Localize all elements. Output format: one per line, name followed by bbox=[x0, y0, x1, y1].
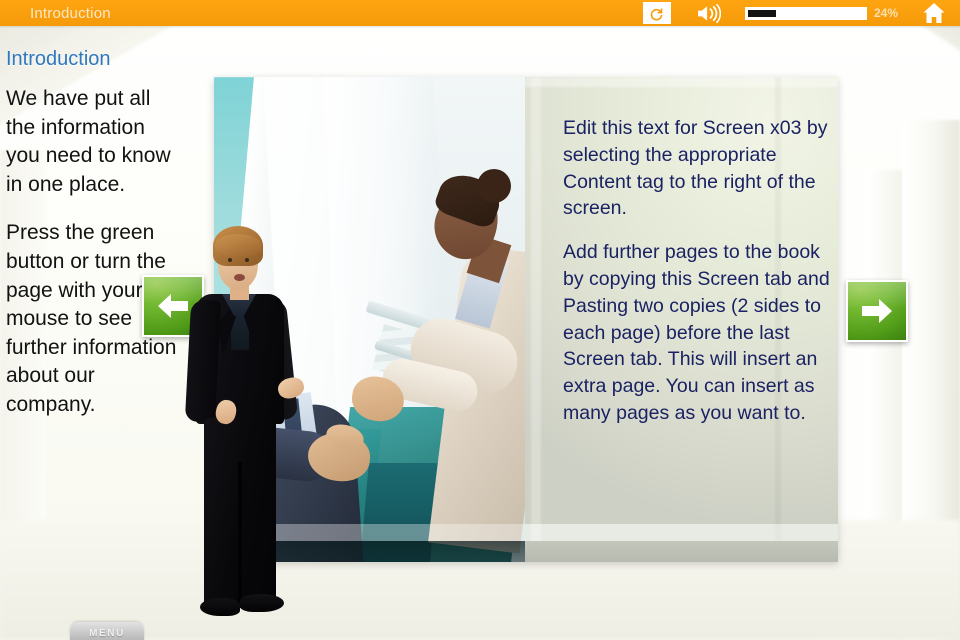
panel-highlight bbox=[531, 77, 541, 562]
replay-button[interactable] bbox=[642, 2, 671, 24]
panel-light-band bbox=[525, 524, 838, 541]
top-toolbar: Introduction 24% bbox=[0, 0, 960, 26]
presenter-shoe bbox=[240, 594, 284, 612]
page-title: Introduction bbox=[6, 48, 111, 70]
arrow-right-icon bbox=[862, 299, 892, 323]
left-narrative-text: We have put all the information you need… bbox=[6, 85, 182, 420]
left-paragraph: We have put all the information you need… bbox=[6, 87, 171, 196]
menu-tab-button[interactable]: MENU bbox=[70, 622, 144, 640]
panel-highlight bbox=[525, 77, 838, 87]
menu-tab-label: MENU bbox=[89, 627, 125, 639]
presenter-eye bbox=[245, 258, 249, 262]
course-player: Introduction 24% Introduction We have pu… bbox=[0, 0, 960, 640]
home-button[interactable] bbox=[920, 1, 948, 25]
presenter-hair-front bbox=[215, 234, 261, 256]
panel-bottom-band bbox=[525, 541, 838, 562]
progress-indicator[interactable]: 24% bbox=[744, 6, 898, 20]
speaker-volume-icon bbox=[698, 3, 722, 23]
next-page-button[interactable] bbox=[846, 280, 908, 342]
content-paragraph: Add further pages to the book by copying… bbox=[563, 241, 830, 424]
presenter-shoe bbox=[200, 598, 240, 616]
home-icon bbox=[923, 3, 945, 23]
presenter-avatar bbox=[160, 226, 310, 640]
course-title: Introduction bbox=[30, 4, 111, 22]
presenter-leg-split bbox=[238, 462, 242, 608]
replay-circular-arrow-icon bbox=[651, 8, 663, 20]
progress-percent-label: 24% bbox=[873, 6, 898, 20]
presenter-left-arm bbox=[184, 299, 222, 423]
presenter-mouth bbox=[234, 274, 245, 281]
presenter-eye bbox=[228, 258, 232, 262]
progress-track[interactable] bbox=[744, 6, 867, 20]
content-text-panel: Edit this text for Screen x03 by selecti… bbox=[525, 77, 838, 562]
toolbar-controls: 24% bbox=[642, 1, 960, 25]
photo-woman-hair-bun bbox=[477, 169, 511, 203]
content-paragraph: Edit this text for Screen x03 by selecti… bbox=[563, 117, 828, 220]
progress-fill bbox=[747, 9, 776, 17]
volume-button[interactable] bbox=[693, 2, 725, 24]
content-body-text: Edit this text for Screen x03 by selecti… bbox=[563, 115, 831, 427]
